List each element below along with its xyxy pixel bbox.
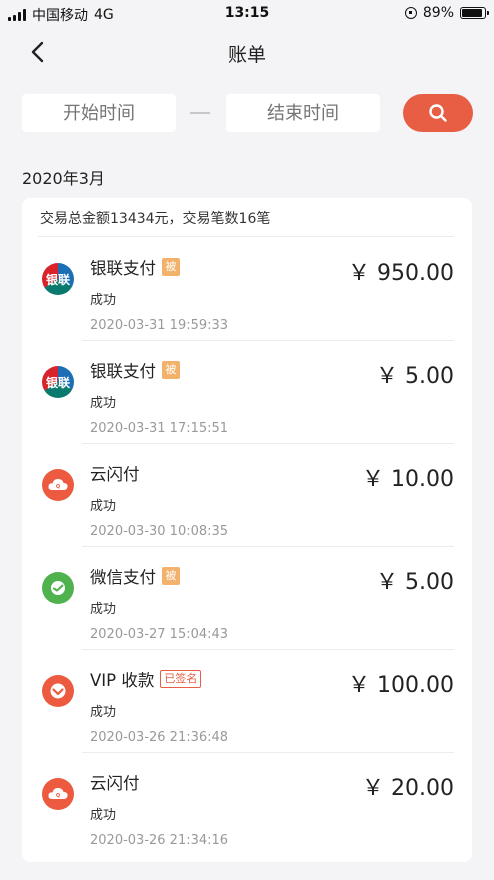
transaction-time: 2020-03-27 15:04:43 (90, 627, 229, 642)
svg-text:Q: Q (56, 793, 60, 799)
transaction-name: 云闪付 (90, 774, 140, 793)
transaction-time: 2020-03-26 21:34:16 (90, 833, 229, 848)
transaction-title: VIP 收款 已签名 (90, 667, 202, 691)
transaction-status: 成功 (90, 293, 117, 308)
transaction-amount: ￥ 100.00 (348, 673, 454, 698)
signed-badge: 已签名 (160, 670, 202, 688)
transaction-name: 银联支付 (90, 259, 156, 278)
transaction-name: 云闪付 (90, 465, 140, 484)
transaction-title: 银联支付被 (90, 255, 180, 279)
transaction-row[interactable]: VIP 收款 已签名成功 2020-03-26 21:36:48 ￥ 100.00 (22, 651, 472, 753)
transaction-status: 成功 (90, 808, 117, 823)
logo-text: 银联 (45, 375, 70, 390)
transaction-name: 微信支付 (90, 568, 156, 587)
transaction-title: 银联支付被 (90, 358, 180, 382)
transaction-row[interactable]: Q 云闪付成功 2020-03-30 10:08:35 ￥ 10.00 (22, 445, 472, 547)
transaction-amount: ￥ 20.00 (362, 776, 454, 801)
vip-collect-logo (42, 675, 74, 707)
month-header: 2020年3月 (22, 169, 105, 188)
transaction-status: 成功 (90, 499, 117, 514)
transaction-time: 2020-03-30 10:08:35 (90, 524, 229, 539)
transaction-row[interactable]: 银联 银联支付被成功 2020-03-31 17:15:51 ￥ 5.00 (22, 342, 472, 444)
transaction-row[interactable]: 微信支付被成功 2020-03-27 15:04:43 ￥ 5.00 (22, 548, 472, 650)
row-divider (82, 443, 454, 444)
cloud-quickpass-logo: Q (42, 778, 74, 810)
transaction-status: 成功 (90, 396, 117, 411)
transaction-title: 云闪付 (90, 770, 140, 794)
cloud-quickpass-logo: Q (42, 469, 74, 501)
transaction-time: 2020-03-31 19:59:33 (90, 318, 229, 333)
transaction-row[interactable]: 银联 银联支付被成功 2020-03-31 19:59:33 ￥ 950.00 (22, 239, 472, 341)
search-icon (429, 104, 447, 122)
search-button[interactable] (403, 94, 473, 132)
unionpay-logo: 银联 (42, 366, 74, 398)
transaction-time: 2020-03-31 17:15:51 (90, 421, 229, 436)
end-time-input[interactable] (226, 94, 380, 132)
start-time-input[interactable] (22, 94, 176, 132)
row-divider (82, 546, 454, 547)
row-divider (82, 649, 454, 650)
status-bar: 中国移动 4G 13:15 89% (0, 0, 494, 26)
transaction-amount: ￥ 10.00 (362, 467, 454, 492)
svg-text:Q: Q (56, 484, 60, 490)
transaction-title: 微信支付被 (90, 564, 180, 588)
row-divider (82, 752, 454, 753)
rotation-lock-icon (404, 7, 417, 19)
battery-icon (460, 7, 489, 19)
logo-text: 银联 (45, 272, 70, 287)
passive-badge: 被 (162, 567, 180, 585)
transaction-status: 成功 (90, 705, 117, 720)
page-title: 账单 (227, 44, 266, 66)
battery-level (462, 9, 482, 17)
summary-divider (38, 236, 454, 237)
nav-bar: 账单 (0, 30, 494, 74)
summary-text: 交易总金额13434元，交易笔数16笔 (40, 211, 271, 227)
transaction-name: VIP 收款 (90, 671, 155, 690)
status-right: 89% (404, 5, 489, 21)
date-filter (22, 94, 474, 132)
transaction-amount: ￥ 5.00 (376, 364, 454, 389)
bill-card: 交易总金额13434元，交易笔数16笔 银联 银联支付被成功 2020-03-31 … (22, 198, 472, 862)
wechat-pay-logo (42, 572, 74, 604)
battery-percent: 89% (422, 5, 454, 21)
unionpay-logo: 银联 (42, 263, 74, 295)
transaction-status: 成功 (90, 602, 117, 617)
transaction-row[interactable]: Q 云闪付成功 2020-03-26 21:34:16 ￥ 20.00 (22, 754, 472, 856)
passive-badge: 被 (162, 361, 180, 379)
transaction-amount: ￥ 5.00 (376, 570, 454, 595)
transaction-name: 银联支付 (90, 362, 156, 381)
row-divider (82, 340, 454, 341)
transaction-title: 云闪付 (90, 461, 140, 485)
passive-badge: 被 (162, 258, 180, 276)
range-dash (190, 112, 210, 114)
transaction-amount: ￥ 950.00 (348, 261, 454, 286)
transaction-time: 2020-03-26 21:36:48 (90, 730, 229, 745)
